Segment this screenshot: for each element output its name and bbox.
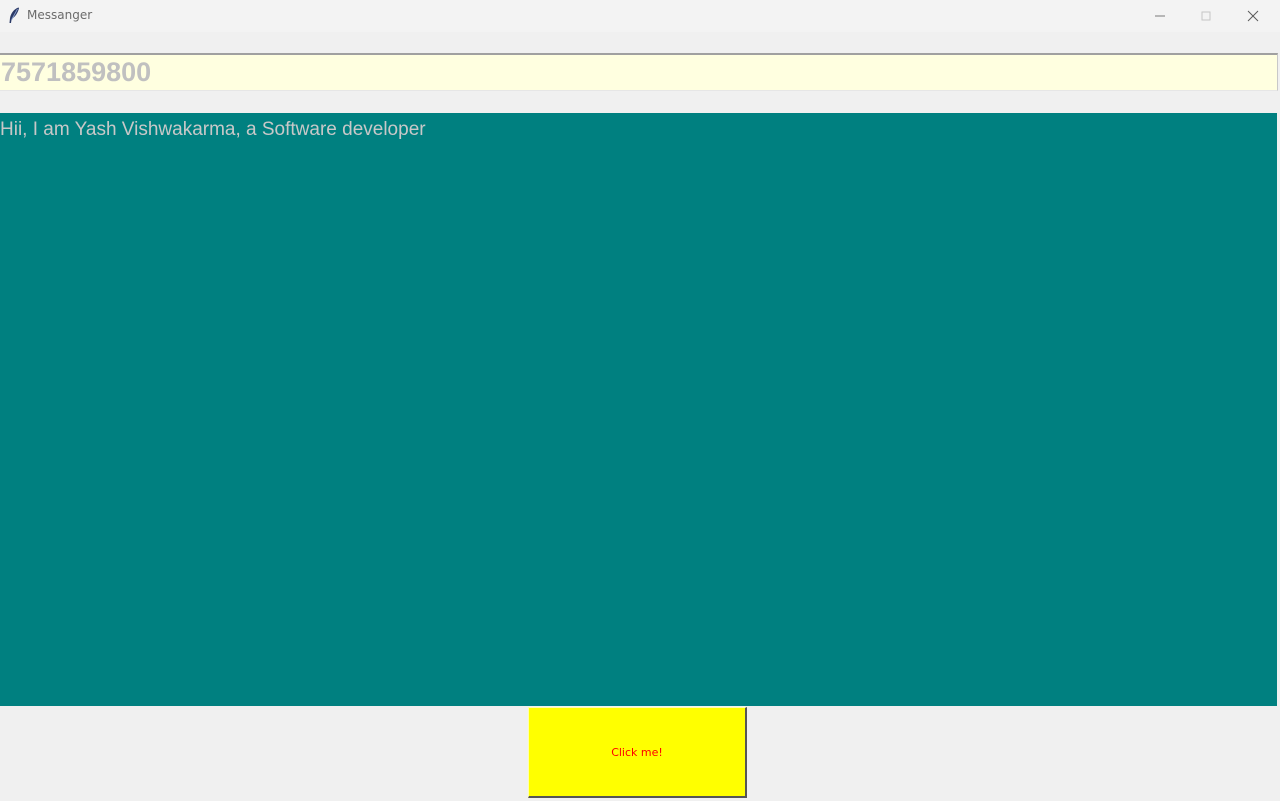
phone-entry-container [0,53,1278,91]
message-text: Hii, I am Yash Vishwakarma, a Software d… [0,119,426,140]
maximize-button[interactable] [1183,0,1229,32]
message-text-area[interactable]: Hii, I am Yash Vishwakarma, a Software d… [0,113,1277,706]
app-window: Messanger Hii, I am Yash Vishwakarma, a … [0,0,1280,801]
minimize-button[interactable] [1137,0,1183,32]
window-title: Messanger [27,8,93,22]
feather-icon [8,7,20,24]
phone-number-input[interactable] [0,55,1277,90]
close-icon [1247,10,1259,22]
minimize-icon [1155,15,1165,17]
click-me-button[interactable]: Click me! [528,707,747,798]
close-button[interactable] [1230,0,1276,32]
title-bar[interactable]: Messanger [0,0,1280,32]
maximize-icon [1201,11,1211,21]
click-me-label: Click me! [611,745,663,759]
